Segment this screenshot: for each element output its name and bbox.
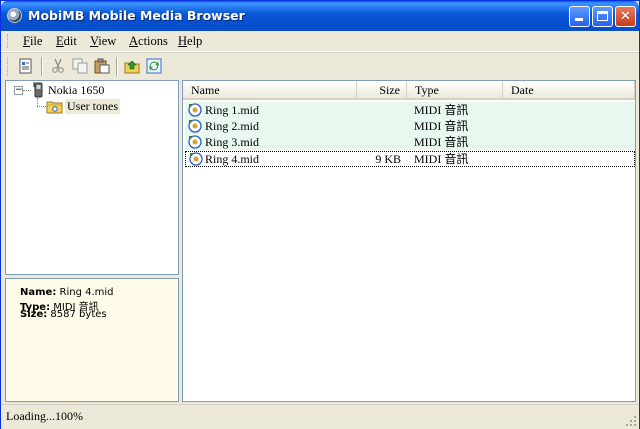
menu-bar: File Edit View Actions Help <box>1 31 639 52</box>
refresh-icon[interactable] <box>146 58 162 74</box>
title-bar[interactable]: MobiMB Mobile Media Browser ✕ <box>1 1 639 31</box>
menu-help[interactable]: Help <box>178 34 202 49</box>
menu-view[interactable]: View <box>90 34 116 49</box>
file-name: Ring 1.mid <box>205 103 260 117</box>
file-type: MIDI 音訊 <box>414 135 469 149</box>
maximize-button[interactable] <box>592 6 613 27</box>
toolbar-separator <box>41 57 43 76</box>
menu-edit-rest: dit <box>63 34 77 48</box>
toolbar-separator <box>116 57 118 76</box>
info-size: Size: 8587 bytes <box>20 309 107 320</box>
file-row-selected[interactable]: Ring 4.mid 9 KB MIDI 音訊 <box>185 151 635 167</box>
cut-icon[interactable] <box>50 58 66 74</box>
status-bar: Loading...100% <box>1 404 639 429</box>
midi-file-icon <box>188 119 202 133</box>
toolbar <box>1 52 639 80</box>
column-header-size[interactable]: Size <box>357 81 407 100</box>
app-icon[interactable] <box>7 8 22 23</box>
file-name: Ring 4.mid <box>205 152 260 166</box>
copy-icon[interactable] <box>72 58 88 74</box>
tree-line <box>37 106 46 107</box>
menu-view-rest: iew <box>98 34 117 48</box>
phone-icon <box>33 82 43 98</box>
app-window: MobiMB Mobile Media Browser ✕ File Edit … <box>0 0 640 429</box>
info-name: Name: Ring 4.mid <box>20 287 114 298</box>
file-info-panel: Name: Ring 4.mid Type: MIDI 音訊 Size: 858… <box>5 278 179 402</box>
upload-icon[interactable] <box>124 58 140 74</box>
window-title: MobiMB Mobile Media Browser <box>28 8 245 23</box>
menu-help-rest: elp <box>187 34 203 48</box>
minimize-button[interactable] <box>569 6 590 27</box>
file-row[interactable]: Ring 1.mid MIDI 音訊 <box>185 102 635 118</box>
menu-actions[interactable]: Actions <box>129 34 168 49</box>
midi-file-icon <box>188 103 202 117</box>
menu-file[interactable]: File <box>23 34 42 49</box>
device-tree[interactable]: − Nokia 1650 User tones <box>5 80 179 275</box>
maximize-icon <box>597 11 608 21</box>
column-header-date[interactable]: Date <box>503 81 635 100</box>
file-name: Ring 2.mid <box>205 119 260 133</box>
status-text: Loading...100% <box>6 409 83 423</box>
midi-file-icon <box>188 135 202 149</box>
paste-icon[interactable] <box>94 58 110 74</box>
column-header-type[interactable]: Type <box>407 81 503 100</box>
file-list[interactable]: Name Size Type Date Ring 1.mid MIDI 音訊 R… <box>182 80 636 402</box>
resize-grip-icon[interactable] <box>625 415 637 427</box>
tree-folder-label[interactable]: User tones <box>65 99 120 114</box>
file-type: MIDI 音訊 <box>414 119 469 133</box>
tree-line <box>37 98 38 106</box>
column-header-name[interactable]: Name <box>183 81 357 100</box>
file-row[interactable]: Ring 2.mid MIDI 音訊 <box>185 118 635 134</box>
toolbar-grip[interactable] <box>7 57 10 76</box>
minimize-icon <box>575 18 583 21</box>
properties-icon[interactable] <box>18 58 34 74</box>
file-name: Ring 3.mid <box>205 135 260 149</box>
menu-file-rest: ile <box>29 34 43 48</box>
collapse-icon[interactable]: − <box>14 86 23 95</box>
menu-grip[interactable] <box>7 34 10 48</box>
folder-icon <box>46 101 63 114</box>
tree-device-label[interactable]: Nokia 1650 <box>48 83 104 98</box>
file-size: 9 KB <box>375 152 401 166</box>
file-row[interactable]: Ring 3.mid MIDI 音訊 <box>185 134 635 150</box>
midi-file-icon <box>189 152 203 166</box>
close-icon: ✕ <box>620 9 631 24</box>
menu-edit[interactable]: Edit <box>56 34 77 49</box>
tree-line <box>23 90 31 91</box>
file-type: MIDI 音訊 <box>414 103 469 117</box>
menu-actions-rest: ctions <box>138 34 168 48</box>
close-button[interactable]: ✕ <box>615 6 636 27</box>
file-type: MIDI 音訊 <box>414 152 469 166</box>
